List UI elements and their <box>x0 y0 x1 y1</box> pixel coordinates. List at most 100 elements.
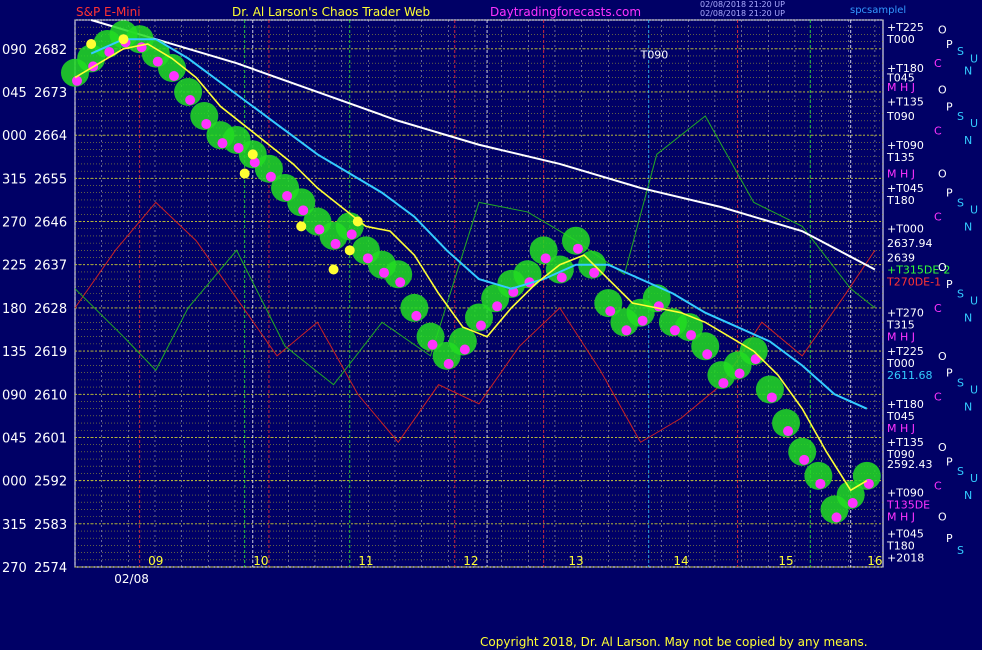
price-dot <box>799 454 810 465</box>
planet-letter: P <box>946 100 953 113</box>
y-tick-label: 2682 <box>34 43 67 58</box>
price-dot <box>669 325 680 336</box>
y-angle-label: 270 <box>2 561 27 576</box>
price-dot <box>476 320 486 331</box>
planet-letter: P <box>946 367 953 380</box>
highlight-dot <box>344 245 355 256</box>
price-dot <box>847 498 858 509</box>
planet-letter: P <box>946 278 953 291</box>
price-dot <box>718 378 729 389</box>
x-tick-label: 16 <box>867 554 882 568</box>
planet-letter: O <box>938 84 947 97</box>
planet-letter: N <box>964 311 972 324</box>
price-dot <box>572 243 583 254</box>
planet-letter: N <box>964 400 972 413</box>
planet-letter: P <box>946 532 953 545</box>
price-dot <box>863 478 874 489</box>
planet-letter: S <box>957 110 964 123</box>
highlight-dot <box>239 168 250 179</box>
planet-letter: O <box>938 441 947 454</box>
highlight-dot <box>118 34 129 45</box>
planet-letter: N <box>964 64 972 77</box>
planet-letter: O <box>938 350 947 363</box>
chart-annotation: T090 <box>640 48 669 61</box>
price-dot <box>265 171 276 182</box>
right-level-label: 2611.68 <box>887 369 933 382</box>
y-tick-label: 2610 <box>34 388 67 403</box>
highlight-dot <box>296 221 307 232</box>
y-angle-label: 000 <box>2 129 27 144</box>
planet-letter: S <box>957 376 964 389</box>
price-dot <box>686 330 697 341</box>
price-dot <box>459 344 470 355</box>
planet-letter: U <box>970 383 978 396</box>
right-level-label: +T135 <box>887 96 924 109</box>
price-dot <box>427 339 438 350</box>
y-angle-label: 090 <box>2 388 27 403</box>
price-chart: 2682 090 2673 045 2664 000 2655 315 2646 270 2637 2… <box>2 19 978 586</box>
y-angle-label: 225 <box>2 259 27 274</box>
planet-letter: C <box>934 302 942 315</box>
y-angle-label: 090 <box>2 43 27 58</box>
planet-letter: S <box>957 465 964 478</box>
price-dot <box>815 478 826 489</box>
planet-letter: S <box>957 196 964 209</box>
planet-letter: U <box>970 204 978 217</box>
price-dot <box>556 272 567 283</box>
y-tick-label: 2637 <box>34 259 67 274</box>
price-dot <box>443 358 454 369</box>
right-level-label: M H J <box>887 81 915 94</box>
right-level-label: T090 <box>886 110 915 123</box>
planet-letter: C <box>934 391 942 404</box>
y-angle-label: 045 <box>2 431 27 446</box>
highlight-dot <box>352 216 363 227</box>
planet-letter: S <box>957 45 964 58</box>
right-level-label: 2637.94 <box>887 237 933 250</box>
y-tick-label: 2646 <box>34 216 67 231</box>
right-level-label: T000 <box>886 33 915 46</box>
price-dot <box>201 118 212 129</box>
planet-letter: N <box>964 489 972 502</box>
price-dot <box>621 325 632 336</box>
price-dot <box>783 426 794 437</box>
y-angle-label: 315 <box>2 518 27 533</box>
planet-letter: N <box>964 220 972 233</box>
x-date-label: 02/08 <box>114 572 149 586</box>
y-tick-label: 2592 <box>34 475 67 490</box>
white-trend-line <box>90 19 876 271</box>
x-tick-label: 09 <box>148 554 163 568</box>
highlight-dot <box>328 264 339 275</box>
x-tick-label: 12 <box>463 554 478 568</box>
y-tick-label: 2583 <box>34 518 67 533</box>
right-level-label: T270DE-1 <box>886 276 941 289</box>
price-dot <box>637 315 648 326</box>
planet-letter: O <box>938 24 947 37</box>
highlight-dot <box>86 38 97 49</box>
planet-letter: O <box>938 168 947 181</box>
price-dot <box>298 205 309 216</box>
y-tick-label: 2655 <box>34 172 67 187</box>
x-tick-label: 11 <box>358 554 373 568</box>
price-dot <box>233 142 244 153</box>
y-tick-label: 2601 <box>34 431 67 446</box>
x-tick-label: 10 <box>253 554 268 568</box>
price-dot <box>314 224 325 235</box>
x-tick-label: 13 <box>568 554 583 568</box>
right-level-label: T180 <box>886 194 915 207</box>
planet-letter: C <box>934 124 942 137</box>
price-dot <box>185 94 196 105</box>
y-tick-label: 2574 <box>34 561 67 576</box>
planet-letter: P <box>946 187 953 200</box>
right-level-label: +T000 <box>887 223 924 236</box>
y-angle-label: 180 <box>2 302 27 317</box>
right-level-label: M H J <box>887 422 915 435</box>
price-dot <box>362 253 373 264</box>
price-dot <box>605 306 616 317</box>
copyright-notice: Copyright 2018, Dr. Al Larson. May not b… <box>480 635 868 649</box>
price-dot <box>152 56 163 67</box>
price-dot <box>168 70 179 81</box>
y-angle-label: 135 <box>2 345 27 360</box>
planet-letter: S <box>957 288 964 301</box>
planet-letter: O <box>938 261 947 274</box>
planet-letter: C <box>934 479 942 492</box>
